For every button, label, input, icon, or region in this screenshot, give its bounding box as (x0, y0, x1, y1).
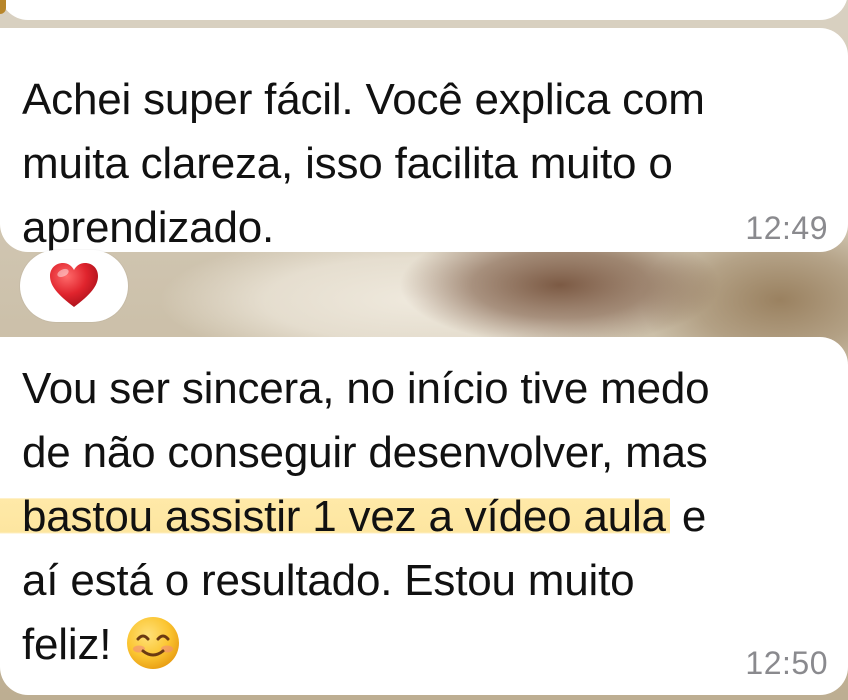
previous-message-bubble (0, 0, 848, 20)
message-line: aí está o resultado. Estou muito (22, 556, 635, 605)
message-bubble[interactable]: Achei super fácil. Você explica com muit… (0, 28, 848, 252)
message-line: de não conseguir desenvolver, mas (22, 428, 708, 477)
message-text: Achei super fácil. Você explica com muit… (22, 68, 832, 260)
message-line: muita clareza, isso facilita muito o (22, 139, 673, 188)
highlighted-text: bastou assistir 1 vez a vídeo aula (0, 492, 670, 541)
message-line: aprendizado. (22, 203, 275, 252)
message-line-last: feliz! (22, 613, 832, 677)
message-line-tail: e (669, 492, 707, 541)
message-line: Vou ser sincera, no início tive medo (22, 364, 710, 413)
reaction-pill[interactable] (20, 250, 128, 322)
message-text: Vou ser sincera, no início tive medo de … (0, 357, 832, 677)
heart-icon (50, 263, 98, 307)
message-line-highlighted: bastou assistir 1 vez a vídeo aula e (0, 485, 832, 549)
message-line: Achei super fácil. Você explica com (22, 75, 705, 124)
smiling-face-icon (127, 617, 180, 670)
message-timestamp: 12:49 (745, 210, 828, 246)
message-line: feliz! (22, 620, 112, 669)
message-bubble[interactable]: Vou ser sincera, no início tive medo de … (0, 337, 848, 695)
message-timestamp: 12:50 (745, 645, 828, 681)
